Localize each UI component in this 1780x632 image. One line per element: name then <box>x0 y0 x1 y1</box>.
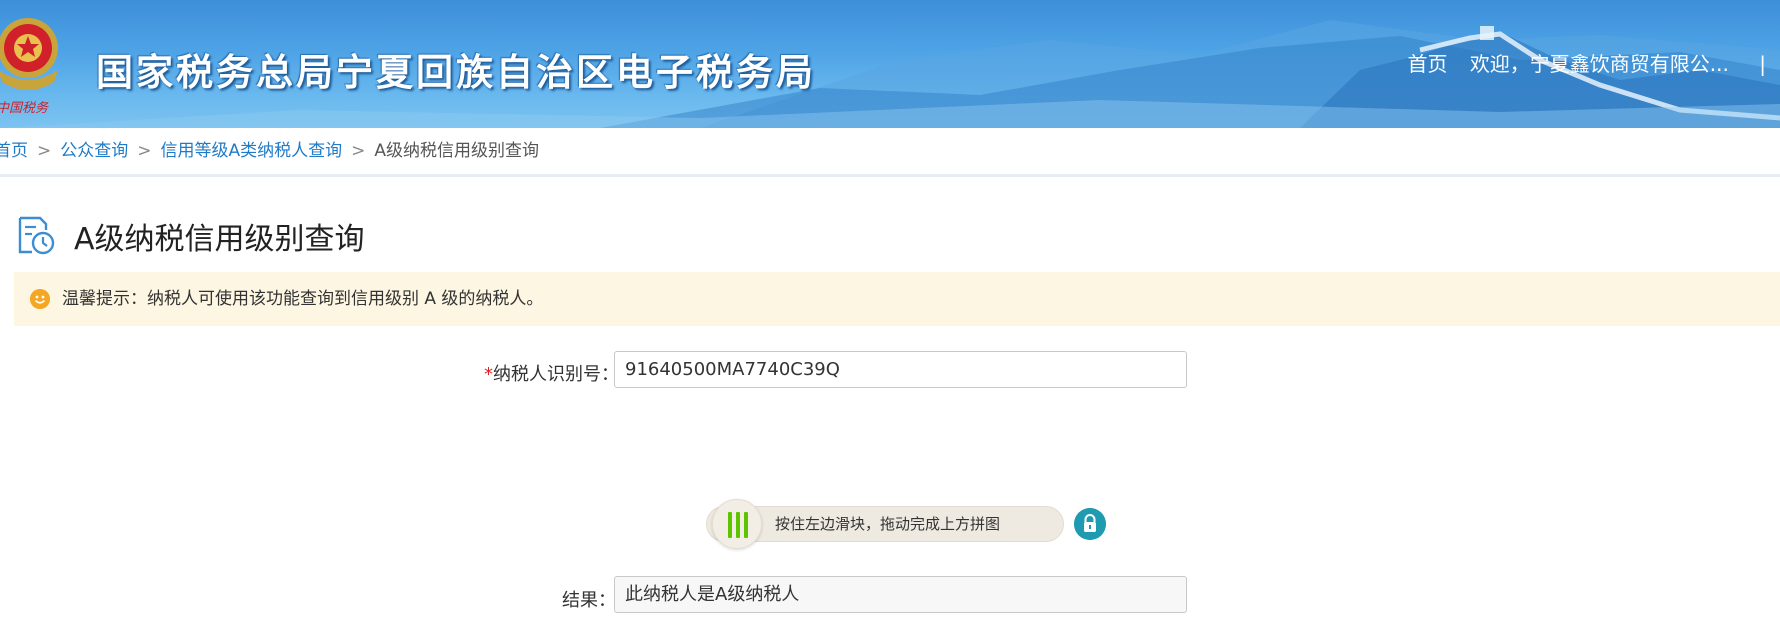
required-asterisk: * <box>484 364 493 385</box>
breadcrumb-public-query[interactable]: 公众查询 <box>60 141 128 161</box>
nav-separator: | <box>1759 52 1766 76</box>
taxpayer-id-label: *纳税人识别号： <box>484 360 619 386</box>
header-banner: 中国税务 国家税务总局宁夏回族自治区电子税务局 首页 欢迎，宁夏鑫饮商贸有限公.… <box>0 0 1780 128</box>
lock-icon[interactable] <box>1074 508 1106 540</box>
svg-text:中国税务: 中国税务 <box>0 101 49 116</box>
result-label: 结果： <box>562 590 616 611</box>
tip-text: 温馨提示：纳税人可使用该功能查询到信用级别 A 级的纳税人。 <box>62 289 544 309</box>
grip-bars-icon <box>728 512 748 538</box>
breadcrumb: 首页 > 公众查询 > 信用等级A类纳税人查询 > A级纳税信用级别查询 <box>0 128 1780 177</box>
taxpayer-id-input[interactable]: 91640500MA7740C39Q <box>614 351 1187 388</box>
welcome-user-text[interactable]: 欢迎，宁夏鑫饮商贸有限公... <box>1470 52 1729 76</box>
breadcrumb-arrow: > <box>37 141 52 161</box>
page-title: A级纳税信用级别查询 <box>74 222 365 257</box>
breadcrumb-arrow: > <box>137 141 152 161</box>
tip-notice: 温馨提示：纳税人可使用该功能查询到信用级别 A 级的纳税人。 <box>14 272 1780 326</box>
document-clock-icon <box>18 216 55 255</box>
breadcrumb-home[interactable]: 首页 <box>0 141 28 161</box>
breadcrumb-arrow: > <box>351 141 366 161</box>
taxpayer-id-label-text: 纳税人识别号： <box>493 364 619 385</box>
tax-emblem-logo: 中国税务 <box>0 18 58 116</box>
slider-captcha-handle[interactable] <box>712 499 762 549</box>
breadcrumb-credit-a-query[interactable]: 信用等级A类纳税人查询 <box>161 141 343 161</box>
breadcrumb-current: A级纳税信用级别查询 <box>374 141 540 161</box>
site-title: 国家税务总局宁夏回族自治区电子税务局 <box>96 51 816 94</box>
nav-home-link[interactable]: 首页 <box>1407 52 1447 76</box>
smile-icon <box>30 289 50 309</box>
top-nav: 首页 欢迎，宁夏鑫饮商贸有限公... | <box>1391 48 1766 77</box>
slider-hint-text: 按住左边滑块，拖动完成上方拼图 <box>775 515 1001 533</box>
result-field[interactable]: 此纳税人是A级纳税人 <box>614 576 1187 613</box>
